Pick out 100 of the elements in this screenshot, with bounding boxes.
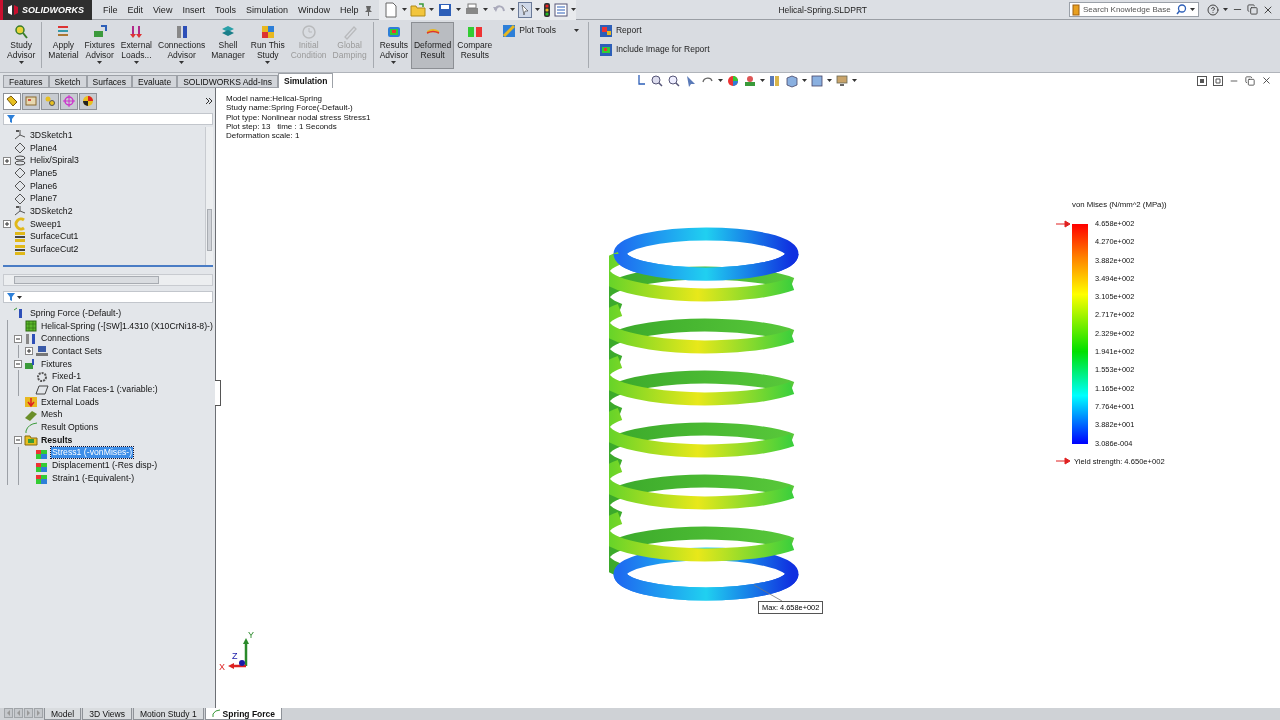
command-tab[interactable]: Surfaces <box>86 75 133 88</box>
expand-toggle[interactable] <box>14 334 22 343</box>
caret-icon[interactable] <box>391 61 397 64</box>
bottom-tab[interactable]: Spring Force <box>204 708 283 720</box>
tree-item[interactable]: Result Options <box>40 422 99 434</box>
caret-icon[interactable] <box>574 28 579 32</box>
menu-item[interactable]: View <box>148 4 178 15</box>
caret-icon[interactable] <box>510 8 516 11</box>
zoom-area-icon[interactable] <box>667 73 682 88</box>
caret-icon[interactable] <box>1190 8 1195 11</box>
ribbon-button[interactable]: Results Advisor <box>376 22 411 69</box>
ribbon-button[interactable]: Fixtures Advisor <box>81 22 118 69</box>
caret-icon[interactable] <box>827 79 833 82</box>
caret-icon[interactable] <box>179 61 185 64</box>
tree-item[interactable]: 3DSketch2 <box>29 205 74 217</box>
caret-icon[interactable] <box>97 61 103 64</box>
search-field[interactable]: Search Knowledge Base <box>1083 5 1173 14</box>
tree-item[interactable]: Fixtures <box>40 358 73 370</box>
tree-item[interactable]: Contact Sets <box>51 345 103 357</box>
traffic-light-icon[interactable] <box>543 1 552 18</box>
tree-item[interactable]: SurfaceCut2 <box>29 244 80 256</box>
expand-toggle[interactable] <box>14 436 22 445</box>
checklist-icon[interactable] <box>554 2 569 17</box>
tree-item[interactable]: External Loads <box>40 396 100 408</box>
caret-icon[interactable] <box>802 79 808 82</box>
caret-icon[interactable] <box>456 8 462 11</box>
ribbon-button[interactable]: Run This Study <box>247 22 288 69</box>
save-icon[interactable] <box>437 1 454 18</box>
restore-icon[interactable] <box>1247 4 1258 15</box>
menu-item[interactable]: Tools <box>209 4 241 15</box>
panel-tab[interactable] <box>79 92 97 110</box>
caret-icon[interactable] <box>718 79 724 82</box>
caret-icon[interactable] <box>483 8 489 11</box>
ribbon-button[interactable]: External Loads... <box>117 22 155 69</box>
search-icon[interactable] <box>1176 4 1187 15</box>
menu-item[interactable]: Window <box>292 4 335 15</box>
close-icon[interactable] <box>1261 75 1272 86</box>
menu-item[interactable]: File <box>98 4 123 15</box>
caret-icon[interactable] <box>1223 8 1228 11</box>
tree-item[interactable]: Fixed-1 <box>51 371 82 383</box>
expand-toggle[interactable] <box>3 156 11 165</box>
command-tab[interactable]: Evaluate <box>132 75 178 88</box>
caret-icon[interactable] <box>265 61 271 64</box>
scrollbar-thumb[interactable] <box>14 276 159 284</box>
command-tab[interactable]: Sketch <box>48 75 87 88</box>
ribbon-button[interactable]: Include Image for Report <box>596 41 712 57</box>
search-box[interactable]: Search Knowledge Base <box>1069 2 1199 17</box>
caret-icon[interactable] <box>571 8 577 11</box>
ribbon-button[interactable]: Deformed Result <box>411 22 455 69</box>
display-pane-icon[interactable] <box>810 73 825 88</box>
tree-item[interactable]: Results <box>40 434 74 446</box>
pin-icon[interactable] <box>363 3 374 16</box>
tree-item[interactable]: Plane5 <box>29 167 59 179</box>
scrollbar-thumb[interactable] <box>207 209 212 251</box>
color-ball-icon[interactable] <box>726 73 741 88</box>
menu-item[interactable]: Insert <box>177 4 210 15</box>
ribbon-button[interactable]: Study Advisor <box>4 22 39 69</box>
horizontal-scrollbar[interactable] <box>3 274 213 286</box>
filter-icon[interactable] <box>7 115 15 123</box>
caret-icon[interactable] <box>852 79 858 82</box>
vertical-scrollbar[interactable] <box>205 127 213 265</box>
tree-item[interactable]: Strain1 (-Equivalent-) <box>51 472 136 484</box>
panel-collapse-handle[interactable] <box>215 380 221 406</box>
tree-item[interactable]: Plane4 <box>29 142 59 154</box>
help-icon[interactable] <box>1207 3 1219 16</box>
expand-toggle[interactable] <box>25 347 33 356</box>
view-expand-icon[interactable] <box>1197 75 1207 86</box>
command-tab[interactable]: SOLIDWORKS Add-Ins <box>177 75 278 88</box>
caret-icon[interactable] <box>535 8 541 11</box>
caret-icon[interactable] <box>402 8 408 11</box>
tree-item[interactable]: Sweep1 <box>29 218 63 230</box>
tree-item[interactable]: Connections <box>40 333 91 345</box>
view-split-icon[interactable] <box>1213 75 1223 86</box>
menu-item[interactable]: Simulation <box>240 4 293 15</box>
ribbon-button[interactable]: Plot Tools <box>499 22 581 38</box>
caret-icon[interactable] <box>133 61 139 64</box>
tree-item[interactable]: Plane7 <box>29 193 59 205</box>
tree-item[interactable]: On Flat Faces-1 (:variable:) <box>51 383 159 395</box>
menu-item[interactable]: Help <box>334 4 364 15</box>
tree-item[interactable]: Helix/Spiral3 <box>29 155 80 167</box>
tree-item[interactable]: Plane6 <box>29 180 59 192</box>
restore-icon[interactable] <box>1245 75 1255 86</box>
ribbon-button[interactable]: Compare Results <box>454 22 496 69</box>
monitor-icon[interactable] <box>835 73 850 88</box>
bottom-tab[interactable]: Motion Study 1 <box>132 708 204 720</box>
tree-item[interactable]: Helical-Spring (-[SW]1.4310 (X10CrNi18-8)-) <box>40 320 214 332</box>
ribbon-button[interactable]: Shell Manager <box>208 22 248 69</box>
bottom-tab[interactable]: 3D Views <box>82 708 132 720</box>
bottom-tab[interactable]: Model <box>44 708 82 720</box>
tree-item[interactable]: 3DSketch1 <box>29 129 74 141</box>
caret-icon[interactable] <box>17 295 22 299</box>
caret-icon[interactable] <box>18 61 24 64</box>
expand-toggle[interactable] <box>3 220 11 229</box>
caret-icon[interactable] <box>760 79 766 82</box>
expand-toggle[interactable] <box>14 360 22 369</box>
filter-icon[interactable] <box>7 293 15 301</box>
ribbon-button[interactable]: Apply Material <box>45 22 82 69</box>
command-tab[interactable]: Simulation <box>278 73 334 88</box>
panel-tab[interactable] <box>3 92 21 110</box>
ribbon-button[interactable]: Connections Advisor <box>155 22 209 69</box>
